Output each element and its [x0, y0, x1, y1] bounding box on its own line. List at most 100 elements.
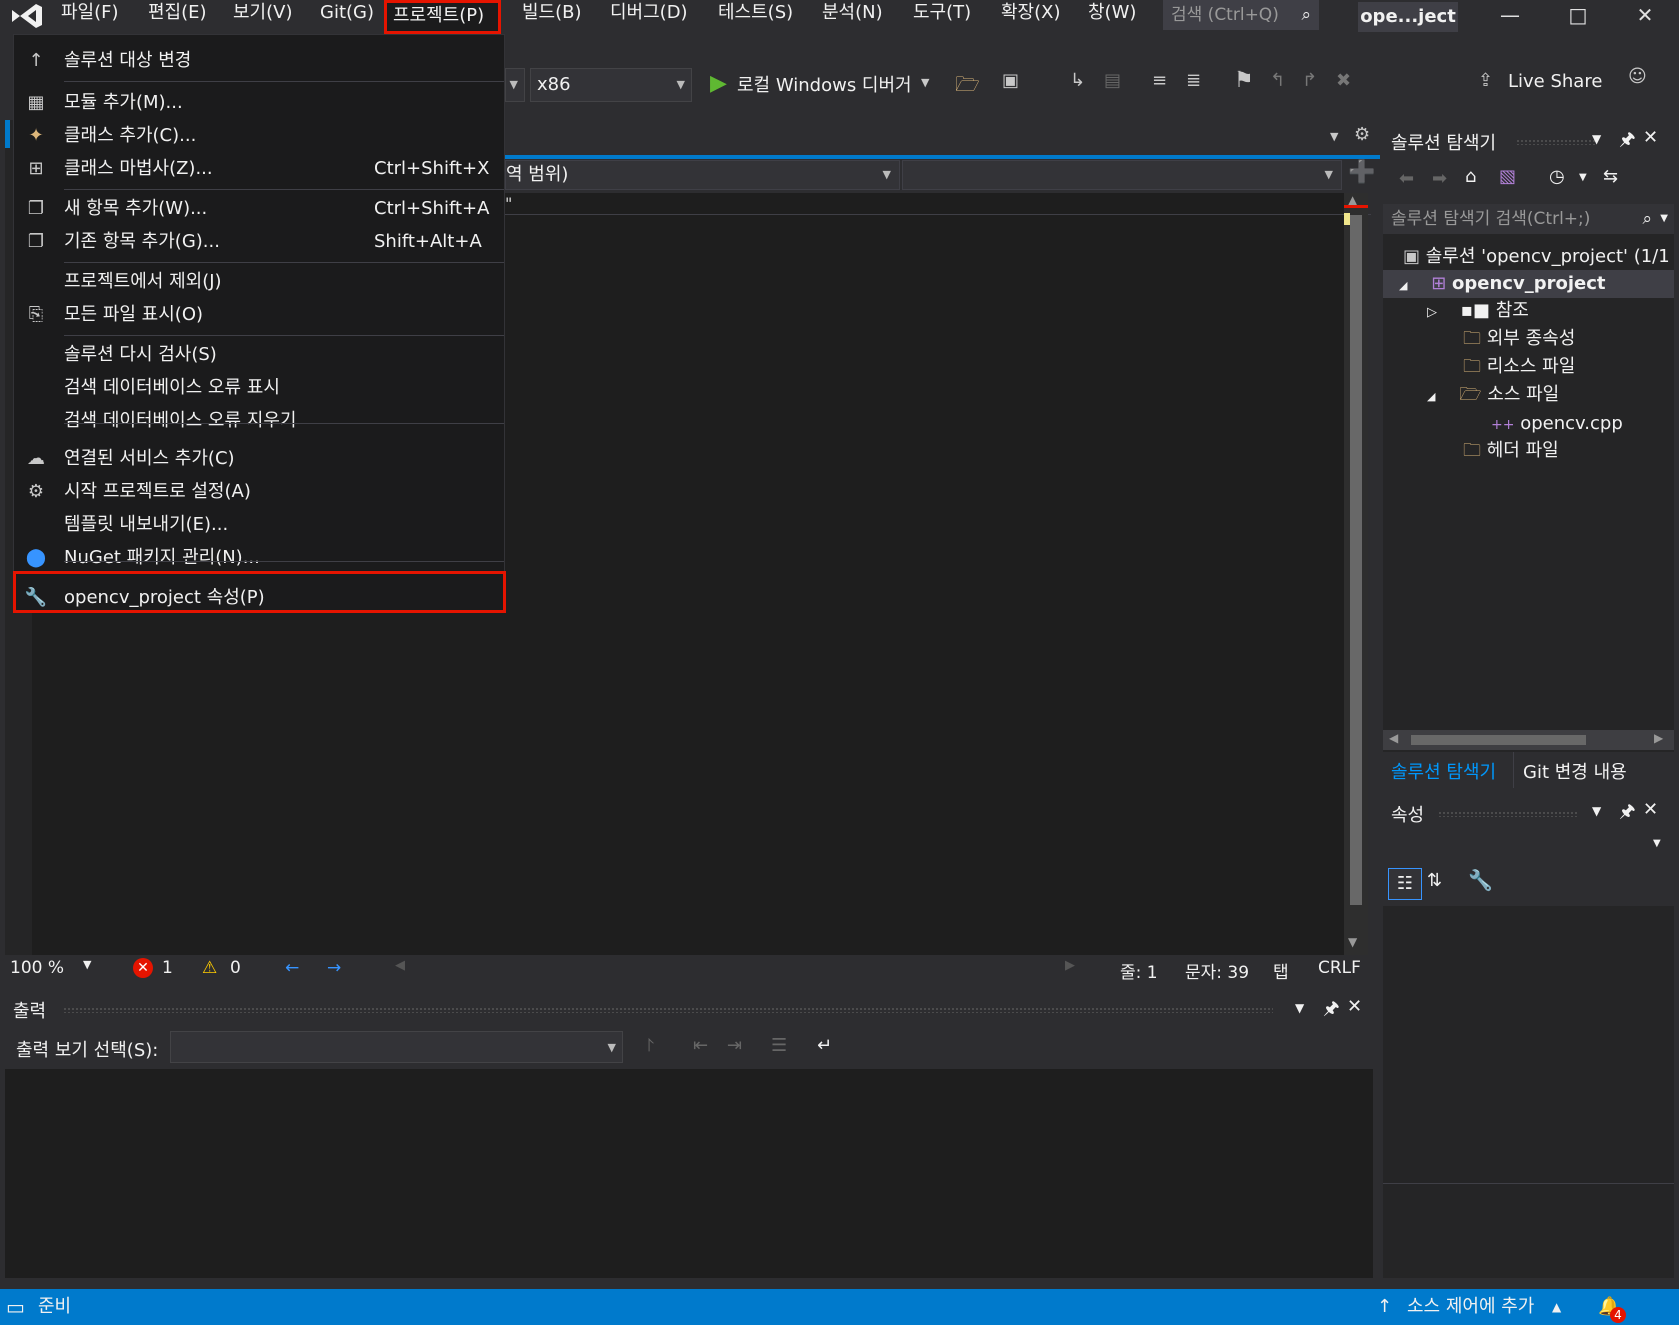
close-icon[interactable]: ✕: [1615, 0, 1675, 34]
menu-analyze[interactable]: 분석(N): [816, 0, 889, 34]
tree-header-files[interactable]: 🗀 헤더 파일: [1383, 437, 1674, 465]
clear-all-icon[interactable]: ☰: [771, 1035, 787, 1056]
menu-item-retarget-solution[interactable]: ↑ 솔루션 대상 변경: [14, 45, 504, 77]
menu-window[interactable]: 창(W): [1082, 0, 1142, 34]
menu-file[interactable]: 파일(F): [55, 0, 125, 34]
menu-item-class-wizard[interactable]: ⊞ 클래스 마법사(Z)... Ctrl+Shift+X: [14, 153, 504, 185]
tree-solution[interactable]: ▣ 솔루션 'opencv_project' (1/1: [1383, 243, 1674, 271]
find-message-icon[interactable]: ⨡: [647, 1035, 654, 1056]
window-menu-icon[interactable]: ▼: [1295, 1001, 1304, 1015]
uncomment-icon[interactable]: ≣: [1186, 70, 1201, 91]
menu-item-add-class[interactable]: ✦ 클래스 추가(C)...: [14, 120, 504, 152]
member-dropdown[interactable]: ▼: [902, 160, 1342, 190]
tree-resource-files[interactable]: 🗀 리소스 파일: [1383, 353, 1674, 381]
menu-item-manage-nuget[interactable]: ⬤ NuGet 패키지 관리(N)...: [14, 542, 504, 574]
clear-bookmarks-icon[interactable]: ✖: [1336, 70, 1351, 91]
categorized-icon[interactable]: ☷: [1388, 868, 1422, 900]
switch-views-icon[interactable]: ▧: [1499, 166, 1516, 187]
scroll-right-icon[interactable]: ▶: [1065, 958, 1075, 973]
sync-icon[interactable]: ⇆: [1603, 166, 1618, 187]
output-text-area[interactable]: [5, 1069, 1373, 1278]
tree-opencv-cpp[interactable]: ++ opencv.cpp: [1383, 410, 1674, 438]
pin-icon[interactable]: 🖈: [1619, 799, 1636, 829]
next-message-icon[interactable]: ⇥: [727, 1035, 742, 1056]
property-pages-icon[interactable]: 🔧: [1468, 868, 1493, 892]
menu-item-set-startup-project[interactable]: ⚙ 시작 프로젝트로 설정(A): [14, 476, 504, 508]
menu-project[interactable]: 프로젝트(P): [384, 0, 501, 34]
line-indicator[interactable]: 줄: 1: [1120, 958, 1158, 983]
zoom-dropdown-icon[interactable]: ▼: [83, 958, 91, 971]
pin-icon[interactable]: 🖈: [1619, 127, 1636, 157]
back-arrow-icon[interactable]: ←: [285, 958, 299, 978]
zoom-level[interactable]: 100 %: [10, 958, 64, 978]
menu-item-exclude-from-project[interactable]: 프로젝트에서 제외(J): [14, 266, 504, 298]
editor-vertical-scrollbar[interactable]: ▲ ▼: [1344, 193, 1368, 955]
menu-item-add-connected-service[interactable]: ☁ 연결된 서비스 추가(C): [14, 443, 504, 475]
window-menu-icon[interactable]: ▼: [1592, 132, 1601, 146]
pin-icon[interactable]: 🖈: [1323, 996, 1340, 1026]
feedback-icon[interactable]: ☺: [1628, 66, 1647, 87]
menu-extensions[interactable]: 확장(X): [995, 0, 1067, 34]
live-share-icon[interactable]: ⇪: [1478, 70, 1493, 91]
solution-search-input[interactable]: 솔루션 탐색기 검색(Ctrl+;) ⌕ ▼: [1383, 204, 1674, 234]
maximize-icon[interactable]: □: [1548, 0, 1608, 34]
back-icon[interactable]: ⬅: [1399, 168, 1414, 189]
chevron-up-icon[interactable]: ▲: [1552, 1289, 1561, 1325]
upload-icon[interactable]: ↑: [1377, 1289, 1392, 1325]
tree-external-deps[interactable]: 🗀 외부 종속성: [1383, 325, 1674, 353]
menu-tools[interactable]: 도구(T): [907, 0, 977, 34]
tab-list-icon[interactable]: ▼: [1330, 130, 1338, 143]
config-dropdown-edge[interactable]: ▼: [505, 68, 525, 102]
search-options-icon[interactable]: ▼: [1660, 204, 1668, 234]
menu-item-clear-db-errors[interactable]: 검색 데이터베이스 오류 지우기: [14, 405, 504, 437]
menu-build[interactable]: 빌드(B): [516, 0, 588, 34]
split-icon[interactable]: ➕: [1348, 160, 1375, 185]
menu-item-add-existing-item[interactable]: ❐ 기존 항목 추가(G)... Shift+Alt+A: [14, 226, 504, 258]
error-icon[interactable]: ✕: [133, 958, 153, 978]
menu-git[interactable]: Git(G): [314, 0, 380, 34]
add-source-control-button[interactable]: 소스 제어에 추가: [1407, 1289, 1534, 1325]
step-icon[interactable]: ↳: [1070, 70, 1085, 91]
forward-arrow-icon[interactable]: →: [327, 958, 341, 978]
tab-indicator[interactable]: 탭: [1273, 958, 1289, 983]
minimize-icon[interactable]: —: [1480, 0, 1540, 34]
menu-test[interactable]: 테스트(S): [712, 0, 799, 34]
menu-item-export-template[interactable]: 템플릿 내보내기(E)...: [14, 509, 504, 541]
window-menu-icon[interactable]: ▼: [1592, 804, 1601, 818]
home-icon[interactable]: ⌂: [1465, 166, 1476, 187]
tree-source-files[interactable]: ◢ 🗁 소스 파일: [1383, 381, 1674, 409]
prev-bookmark-icon[interactable]: ↰: [1270, 70, 1285, 91]
menu-item-add-module[interactable]: ▦ 모듈 추가(M)...: [14, 87, 504, 119]
column-indicator[interactable]: 문자: 39: [1185, 958, 1249, 983]
properties-object-selector[interactable]: ▼: [1383, 830, 1674, 862]
browser-icon[interactable]: ▣: [1002, 70, 1019, 91]
platform-dropdown[interactable]: x86 ▼: [530, 68, 692, 102]
menu-debug[interactable]: 디버그(D): [604, 0, 694, 34]
menu-item-rescan-solution[interactable]: 솔루션 다시 검사(S): [14, 339, 504, 371]
output-source-dropdown[interactable]: ▼: [170, 1031, 623, 1063]
forward-icon[interactable]: ➡: [1432, 168, 1447, 189]
menu-item-show-all-files[interactable]: ⎘ 모든 파일 표시(O): [14, 299, 504, 331]
pending-changes-icon[interactable]: ◷: [1549, 166, 1565, 187]
scope-dropdown[interactable]: 역 범위) ▼: [505, 160, 900, 190]
word-wrap-icon[interactable]: ↵: [817, 1035, 832, 1056]
close-output-icon[interactable]: ✕: [1347, 996, 1362, 1017]
close-panel-icon[interactable]: ✕: [1643, 127, 1658, 148]
warning-icon[interactable]: ⚠: [202, 958, 217, 978]
tree-references[interactable]: ▷ ▪■ 참조: [1383, 297, 1674, 325]
tree-project[interactable]: ◢ ⊞ opencv_project: [1383, 270, 1674, 298]
scroll-left-icon[interactable]: ◀: [1389, 731, 1398, 745]
expanded-icon[interactable]: ◢: [1399, 279, 1407, 292]
expanded-icon[interactable]: ◢: [1427, 390, 1435, 403]
open-folder-icon[interactable]: 🗁: [955, 70, 980, 104]
play-icon[interactable]: ▶: [710, 71, 727, 96]
scroll-right-icon[interactable]: ▶: [1654, 731, 1663, 745]
prev-message-icon[interactable]: ⇤: [693, 1035, 708, 1056]
menu-view[interactable]: 보기(V): [227, 0, 298, 34]
tab-git-changes[interactable]: Git 변경 내용: [1523, 758, 1627, 784]
menu-item-add-new-item[interactable]: ❐ 새 항목 추가(W)... Ctrl+Shift+A: [14, 193, 504, 225]
scroll-left-icon[interactable]: ◀: [395, 958, 405, 973]
next-bookmark-icon[interactable]: ↱: [1302, 70, 1317, 91]
gear-icon[interactable]: ⚙: [1354, 124, 1370, 145]
filter-dropdown-icon[interactable]: ▼: [1579, 172, 1587, 183]
